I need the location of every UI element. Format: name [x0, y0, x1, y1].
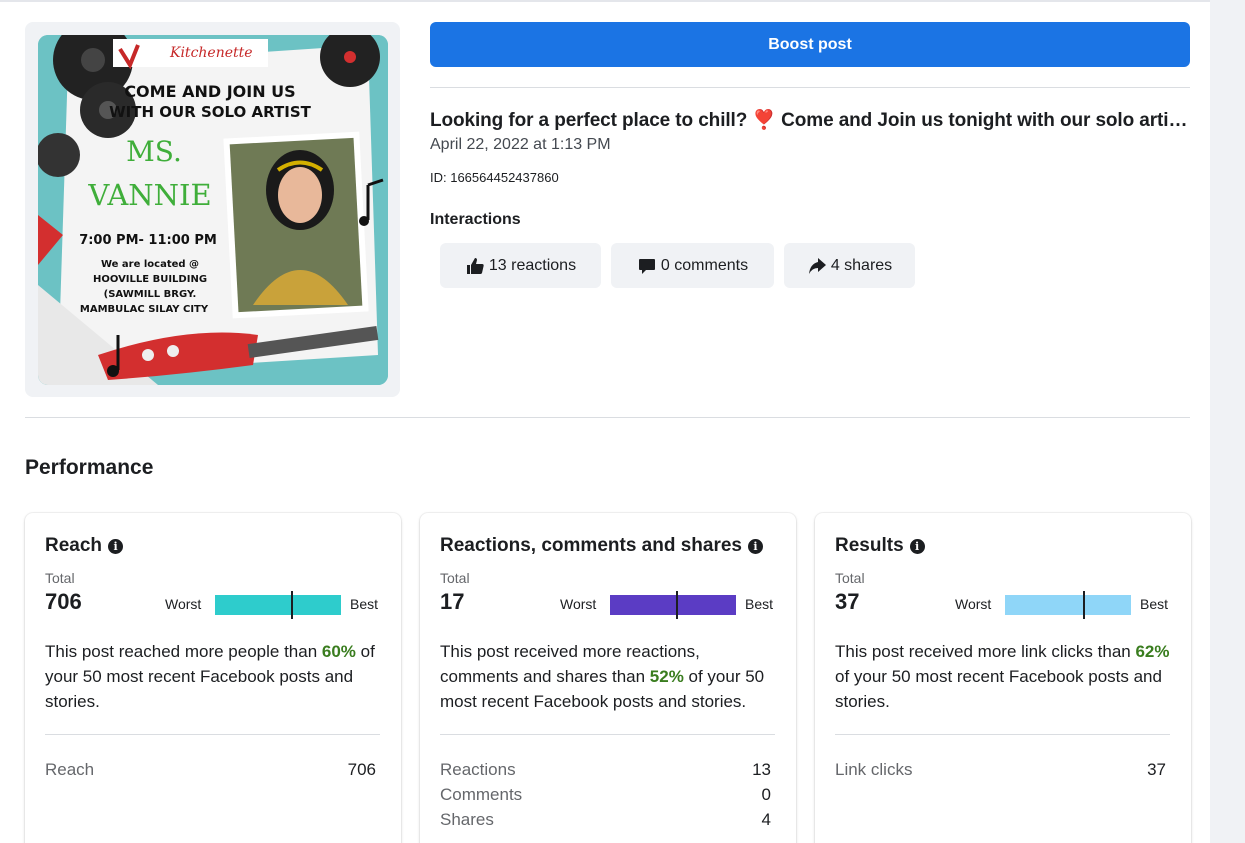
percentile: 52%: [649, 667, 684, 686]
total-label: Total: [45, 570, 75, 586]
performance-bar: [610, 591, 736, 619]
metric-value: 706: [347, 760, 376, 779]
poster-loc1: We are located @: [101, 259, 199, 270]
results-card: Results i Total 37 Worst Best This post …: [815, 513, 1191, 843]
metric-label: Reach: [45, 760, 95, 779]
interactions-heading: Interactions: [430, 211, 521, 228]
poster-line2: WITH OUR SOLO ARTIST: [109, 103, 311, 121]
metric-value: 4: [761, 810, 771, 829]
metric-row: Comments 0: [440, 782, 771, 807]
worst-label: Worst: [560, 596, 597, 612]
post-id: ID: 166564452437860: [430, 170, 559, 185]
info-icon[interactable]: i: [909, 538, 925, 554]
metric-rows: Reach 706: [45, 757, 376, 782]
reactions-pill[interactable]: 13 reactions: [440, 243, 601, 288]
percentile: 60%: [321, 642, 356, 661]
divider: [835, 734, 1170, 735]
engagement-card: Reactions, comments and shares i Total 1…: [420, 513, 796, 843]
percentile: 62%: [1135, 642, 1170, 661]
divider: [25, 417, 1190, 418]
divider: [45, 734, 380, 735]
card-description: This post reached more people than 60% o…: [45, 639, 381, 714]
comments-count: 0 comments: [660, 256, 749, 274]
best-label: Best: [1140, 596, 1169, 612]
desc-text: This post received more link clicks than: [835, 642, 1136, 661]
performance-bar: [1005, 591, 1131, 619]
metric-rows: Reactions 13 Comments 0 Shares 4: [440, 757, 771, 832]
performance-marker: [291, 591, 293, 619]
metric-label: Link clicks: [835, 760, 913, 779]
shares-pill[interactable]: 4 shares: [784, 243, 915, 288]
reactions-count: 13 reactions: [488, 256, 577, 274]
event-poster: Kitchenette COME AND JOIN US WITH OUR SO…: [38, 35, 388, 385]
card-description: This post received more link clicks than…: [835, 639, 1171, 714]
performance-marker: [676, 591, 678, 619]
performance-heading: Performance: [25, 456, 154, 479]
card-title: Results i: [835, 535, 925, 557]
worst-label: Worst: [165, 596, 202, 612]
metric-rows: Link clicks 37: [835, 757, 1166, 782]
desc-text: This post reached more people than: [45, 642, 322, 661]
metric-row: Link clicks 37: [835, 757, 1166, 782]
card-title-text: Reactions, comments and shares: [440, 535, 742, 556]
worst-label: Worst: [955, 596, 992, 612]
comment-icon: [638, 258, 655, 274]
metric-row: Reactions 13: [440, 757, 771, 782]
metric-value: 13: [752, 760, 771, 779]
card-description: This post received more reactions, comme…: [440, 639, 776, 714]
boost-post-button[interactable]: Boost post: [430, 22, 1190, 67]
share-icon: [808, 257, 826, 274]
divider: [440, 734, 775, 735]
total-value: 706: [45, 589, 82, 614]
card-title-text: Reach: [45, 535, 103, 556]
poster-time: 7:00 PM- 11:00 PM: [79, 233, 217, 248]
post-thumbnail-card[interactable]: Kitchenette COME AND JOIN US WITH OUR SO…: [25, 22, 400, 397]
best-label: Best: [350, 596, 379, 612]
poster-loc4: MAMBULAC SILAY CITY: [80, 304, 209, 315]
metric-label: Shares: [440, 810, 494, 829]
total-label: Total: [440, 570, 470, 586]
reach-card: Reach i Total 706 Worst Best This post r…: [25, 513, 401, 843]
poster-name1: MS.: [126, 135, 182, 168]
thumbs-up-icon: [466, 257, 484, 274]
best-label: Best: [745, 596, 774, 612]
metric-value: 0: [761, 785, 771, 804]
card-title: Reactions, comments and shares i: [440, 535, 763, 557]
metric-label: Comments: [440, 785, 523, 804]
post-image[interactable]: Kitchenette COME AND JOIN US WITH OUR SO…: [38, 35, 388, 385]
total-label: Total: [835, 570, 865, 586]
poster-line1: COME AND JOIN US: [124, 82, 295, 101]
info-icon[interactable]: i: [748, 538, 763, 554]
post-title: Looking for a perfect place to chill? ❣️…: [430, 110, 1188, 131]
poster-loc2: HOOVILLE BUILDING: [93, 274, 207, 285]
performance-bar: [215, 591, 341, 619]
post-insights-panel: Kitchenette COME AND JOIN US WITH OUR SO…: [0, 0, 1210, 843]
comments-pill[interactable]: 0 comments: [611, 243, 774, 288]
poster-brand: Kitchenette: [169, 45, 253, 61]
total-value: 17: [440, 589, 465, 614]
metric-row: Shares 4: [440, 807, 771, 832]
info-icon[interactable]: i: [108, 538, 124, 554]
metric-row: Reach 706: [45, 757, 376, 782]
poster-loc3: (SAWMILL BRGY.: [104, 289, 197, 300]
performance-marker: [1083, 591, 1085, 619]
metric-label: Reactions: [440, 760, 516, 779]
post-date: April 22, 2022 at 1:13 PM: [430, 136, 611, 153]
divider: [430, 87, 1190, 88]
shares-count: 4 shares: [830, 256, 893, 274]
metric-value: 37: [1147, 760, 1166, 779]
desc-text: of your 50 most recent Facebook posts an…: [835, 667, 1162, 711]
poster-name2: VANNIE: [87, 178, 211, 212]
card-title: Reach i: [45, 535, 124, 557]
total-value: 37: [835, 589, 860, 614]
card-title-text: Results: [835, 535, 904, 556]
top-divider: [0, 0, 1210, 2]
